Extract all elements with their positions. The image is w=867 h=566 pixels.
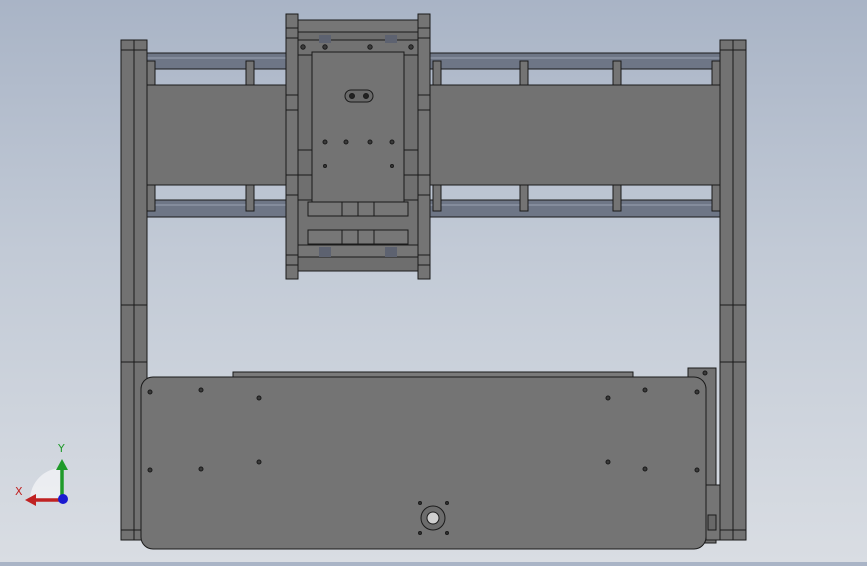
right-side-frame xyxy=(719,39,747,541)
cnc-frame-drawing xyxy=(25,13,747,550)
gantry-beam xyxy=(146,84,721,186)
triad-z-axis xyxy=(58,494,68,504)
z-axis-carriage xyxy=(285,13,431,280)
cad-model-viewport[interactable]: X Y xyxy=(0,0,867,562)
triad-y-label: Y xyxy=(58,442,65,455)
triad-x-label: X xyxy=(15,485,23,498)
orientation-triad[interactable] xyxy=(25,459,68,506)
base-plate xyxy=(140,367,721,550)
gantry-beam-left xyxy=(146,84,721,186)
